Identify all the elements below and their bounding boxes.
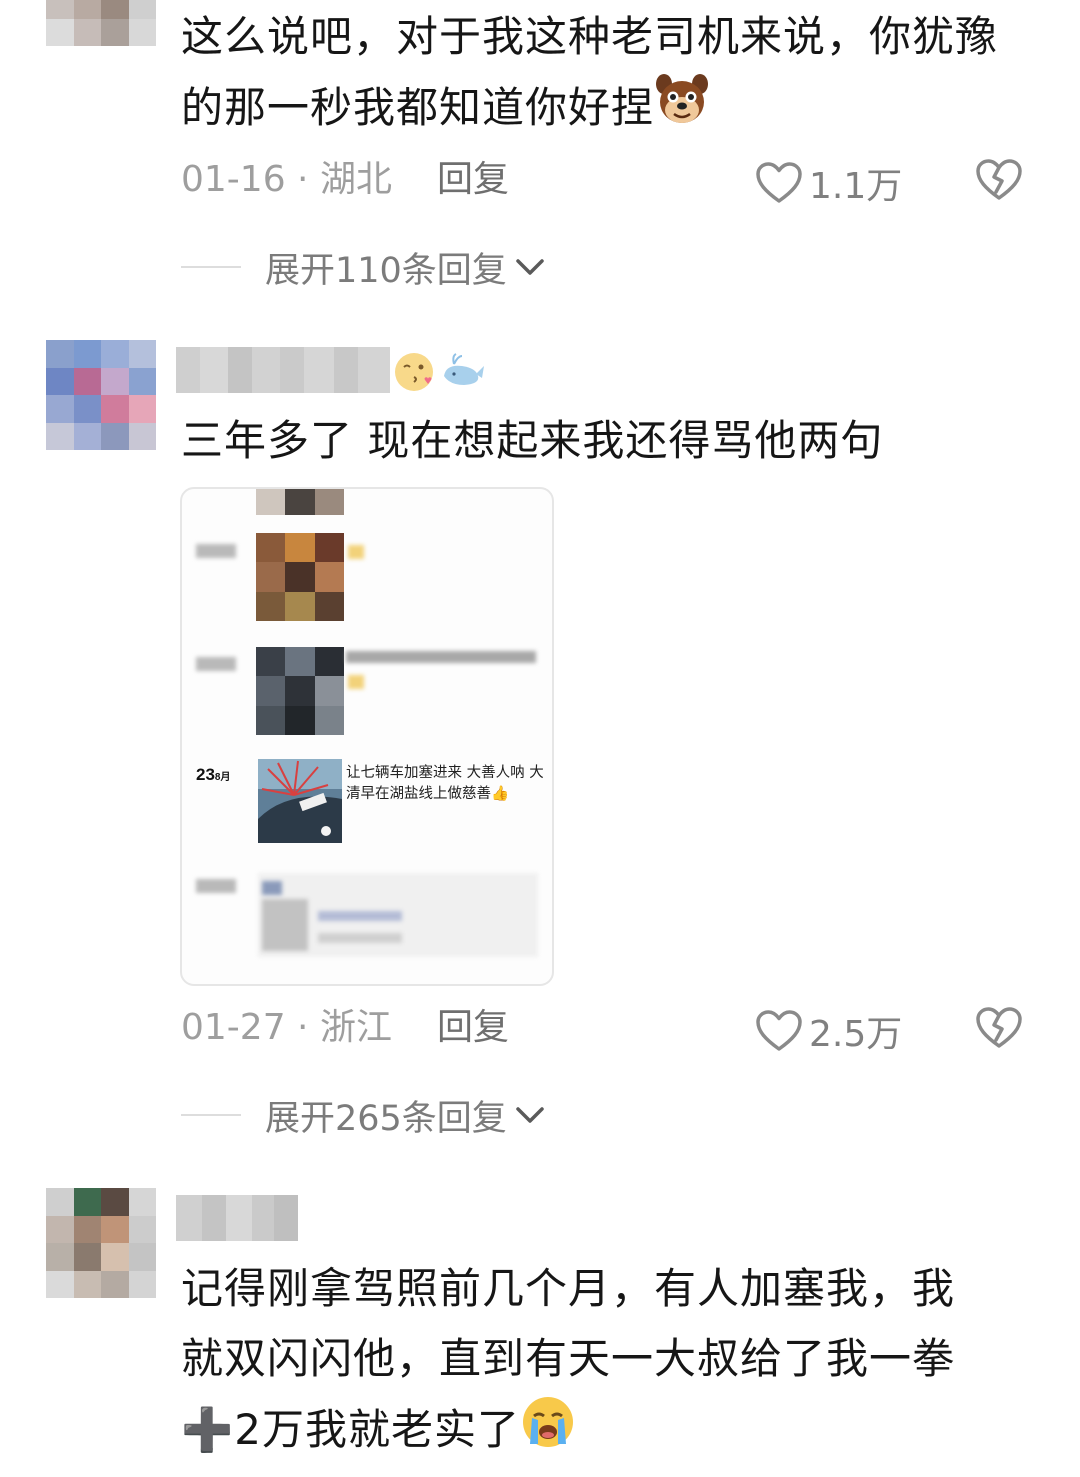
username[interactable] [176,1195,298,1241]
comment-3: 记得刚拿驾照前几个月，有人加塞我，我 就双闪闪他，直到有天一大叔给了我一拳 ➕2… [0,0,1080,1477]
plus-emoji: ➕ [181,1405,235,1454]
comment-text-line: 就双闪闪他，直到有天一大叔给了我一拳 [181,1334,956,1383]
comment-text-line: 记得刚拿驾照前几个月，有人加塞我，我 [181,1264,956,1313]
crying-face-emoji [520,1394,576,1471]
comment-text-line: ➕2万我就老实了 [181,1394,1011,1471]
comment-text-body: 2万我就老实了 [234,1405,521,1454]
comment-text: 记得刚拿驾照前几个月，有人加塞我，我 就双闪闪他，直到有天一大叔给了我一拳 ➕2… [181,1254,1011,1471]
avatar[interactable] [46,1188,156,1298]
